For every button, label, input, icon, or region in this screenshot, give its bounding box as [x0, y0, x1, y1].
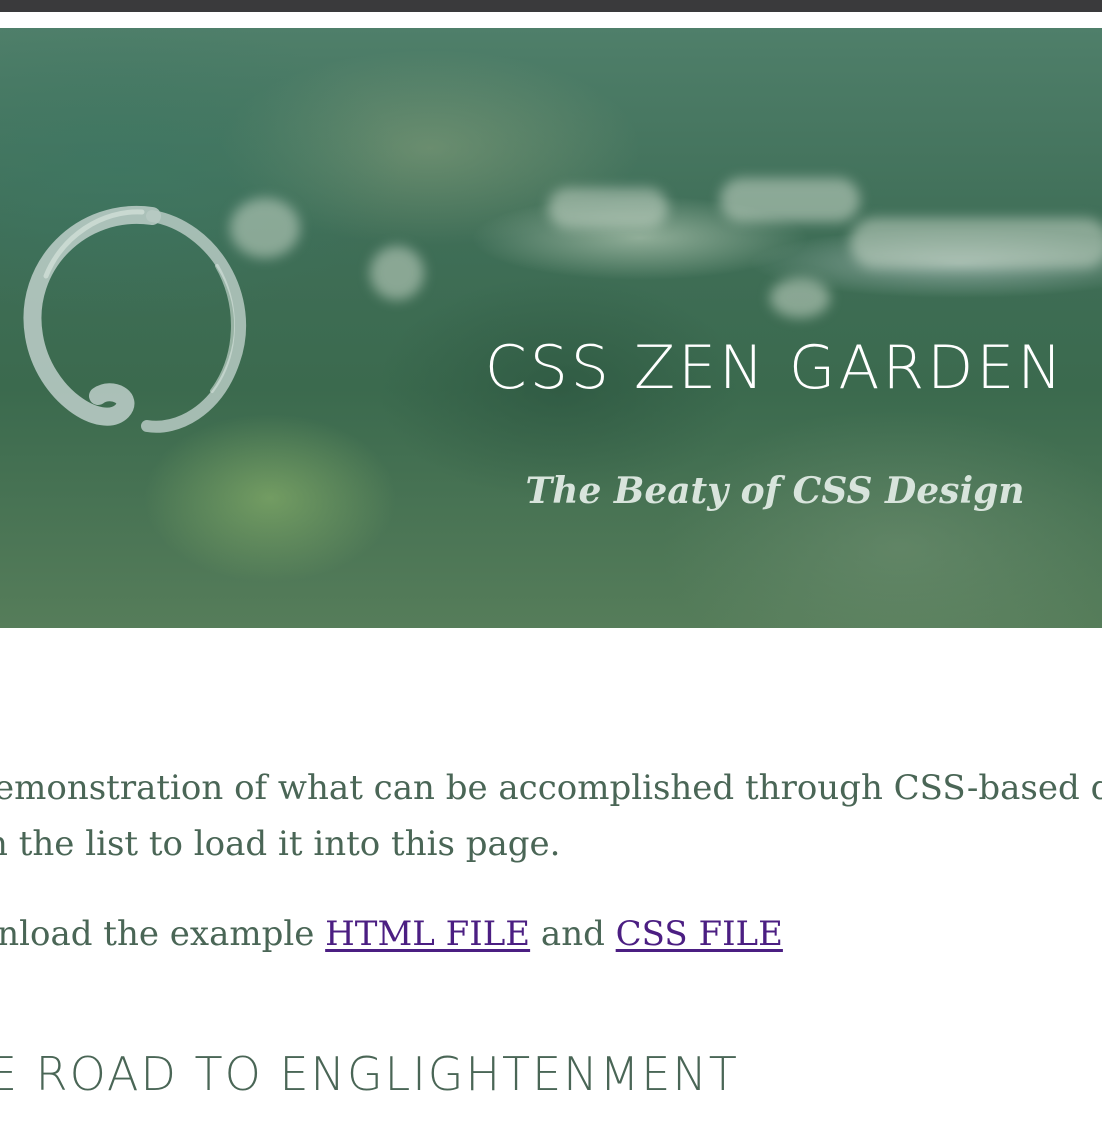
- intro-paragraph-line: n the list to load it into this page.: [0, 824, 561, 864]
- bokeh-light: [370, 246, 424, 300]
- css-file-link[interactable]: CSS FILE: [616, 914, 783, 954]
- enso-circle-icon: [23, 205, 247, 433]
- download-prefix-text: vnload the example: [0, 914, 326, 954]
- conjunction-text: and: [530, 914, 616, 954]
- intro-paragraph-line: emonstration of what can be accomplished…: [0, 768, 1102, 808]
- bokeh-light: [720, 178, 860, 222]
- section-heading: E ROAD TO ENGLIGHTENMENT: [0, 1047, 739, 1101]
- site-title: CSS ZEN GARDEN: [484, 333, 1066, 403]
- bokeh-light: [770, 278, 830, 318]
- download-paragraph: vnload the example HTML FILE and CSS FIL…: [0, 912, 783, 956]
- hero-banner: CSS ZEN GARDEN The Beaty of CSS Design: [0, 28, 1102, 628]
- top-gap: [0, 12, 1102, 28]
- browser-top-bar: [0, 0, 1102, 12]
- bokeh-light: [548, 188, 668, 228]
- html-file-link[interactable]: HTML FILE: [325, 914, 530, 954]
- bokeh-light: [850, 218, 1102, 268]
- site-tagline: The Beaty of CSS Design: [525, 470, 1025, 512]
